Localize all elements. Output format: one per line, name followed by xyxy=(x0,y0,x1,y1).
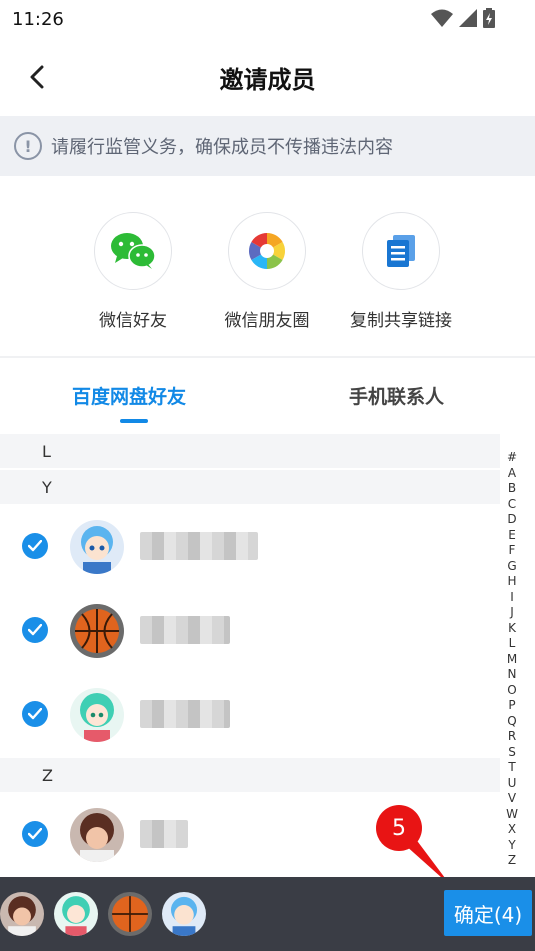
share-label: 微信好友 xyxy=(99,311,167,331)
check-icon xyxy=(28,540,42,552)
index-letter[interactable]: K xyxy=(508,621,516,637)
avatar xyxy=(70,604,124,658)
contact-name-redacted xyxy=(140,700,230,728)
section-header: Z xyxy=(0,758,500,792)
tab-bar: 百度网盘好友 手机联系人 xyxy=(0,358,535,434)
page-title: 邀请成员 xyxy=(219,66,316,94)
check-icon xyxy=(28,828,42,840)
wifi-icon xyxy=(431,9,453,27)
info-icon: ! xyxy=(14,132,42,160)
selected-avatar[interactable] xyxy=(0,892,44,936)
avatar xyxy=(70,808,124,862)
index-letter[interactable]: F xyxy=(509,543,516,559)
selected-avatar[interactable] xyxy=(54,892,98,936)
index-letter[interactable]: Q xyxy=(507,714,516,730)
index-letter[interactable]: V xyxy=(508,791,516,807)
index-letter[interactable]: Z xyxy=(508,853,516,869)
moments-icon xyxy=(248,233,286,269)
index-letter[interactable]: I xyxy=(510,590,514,606)
tab-indicator xyxy=(120,419,148,423)
index-letter[interactable]: U xyxy=(508,776,517,792)
index-letter[interactable]: H xyxy=(507,574,516,590)
section-l: L xyxy=(0,434,500,468)
index-letter[interactable]: X xyxy=(508,822,516,838)
index-letter[interactable]: B xyxy=(508,481,516,497)
contact-name-redacted xyxy=(140,820,188,848)
status-bar: 11:26 xyxy=(0,0,535,38)
list-item[interactable] xyxy=(0,504,500,588)
checkbox-checked[interactable] xyxy=(22,821,48,847)
index-letter[interactable]: M xyxy=(507,652,517,668)
section-z: Z xyxy=(0,758,500,792)
share-label: 微信朋友圈 xyxy=(224,311,310,331)
index-letter[interactable]: L xyxy=(509,636,516,652)
copy-link-icon xyxy=(387,235,415,267)
tab-phone-contacts[interactable]: 手机联系人 xyxy=(349,382,444,409)
alphabet-index[interactable]: # A B C D E F G H I J K L M N O P Q R S T U V W X Y Z xyxy=(505,450,519,869)
index-letter[interactable]: J xyxy=(510,605,514,621)
notice-text: 请履行监管义务，确保成员不传播违法内容 xyxy=(51,137,393,158)
share-copy-link[interactable]: 复制共享链接 xyxy=(331,212,471,331)
contact-name-redacted xyxy=(140,532,258,560)
index-letter[interactable]: D xyxy=(507,512,516,528)
share-circle xyxy=(362,212,440,290)
check-icon xyxy=(28,624,42,636)
index-letter[interactable]: A xyxy=(508,466,516,482)
section-header: L xyxy=(0,434,500,468)
section-y: Y xyxy=(0,470,500,504)
list-item[interactable] xyxy=(0,672,500,756)
share-wechat-friends[interactable]: 微信好友 xyxy=(63,212,203,331)
index-letter[interactable]: N xyxy=(508,667,517,683)
avatar xyxy=(70,520,124,574)
selected-avatar[interactable] xyxy=(162,892,206,936)
index-letter[interactable]: E xyxy=(508,528,516,544)
share-label: 复制共享链接 xyxy=(350,311,452,331)
index-letter[interactable]: S xyxy=(508,745,516,761)
index-letter[interactable]: W xyxy=(506,807,518,823)
list-item[interactable] xyxy=(0,588,500,672)
share-circle xyxy=(228,212,306,290)
share-options: 微信好友 微信朋友圈 复制共享链接 xyxy=(0,176,535,356)
notice-banner: ! 请履行监管义务，确保成员不传播违法内容 xyxy=(0,116,535,176)
signal-icon xyxy=(459,9,477,27)
status-icons xyxy=(431,8,495,28)
wechat-icon xyxy=(111,233,156,269)
index-letter[interactable]: R xyxy=(508,729,516,745)
check-icon xyxy=(28,708,42,720)
tab-baidu-friends[interactable]: 百度网盘好友 xyxy=(72,382,186,409)
index-letter[interactable]: G xyxy=(507,559,516,575)
index-letter[interactable]: # xyxy=(507,450,517,466)
confirm-button[interactable]: 确定(4) xyxy=(444,890,532,936)
checkbox-checked[interactable] xyxy=(22,533,48,559)
share-wechat-moments[interactable]: 微信朋友圈 xyxy=(197,212,337,331)
selected-avatar[interactable] xyxy=(108,892,152,936)
index-letter[interactable]: O xyxy=(507,683,516,699)
share-circle xyxy=(94,212,172,290)
avatar xyxy=(70,688,124,742)
contact-name-redacted xyxy=(140,616,230,644)
status-time: 11:26 xyxy=(12,8,64,30)
index-letter[interactable]: T xyxy=(508,760,515,776)
index-letter[interactable]: Y xyxy=(508,838,515,854)
index-letter[interactable]: P xyxy=(508,698,515,714)
header: 邀请成员 xyxy=(0,38,535,116)
section-header: Y xyxy=(0,470,500,504)
index-letter[interactable]: C xyxy=(508,497,516,513)
selected-bar: 确定(4) xyxy=(0,877,535,951)
battery-icon xyxy=(483,8,495,28)
checkbox-checked[interactable] xyxy=(22,701,48,727)
checkbox-checked[interactable] xyxy=(22,617,48,643)
step-badge: 5 xyxy=(376,805,422,851)
